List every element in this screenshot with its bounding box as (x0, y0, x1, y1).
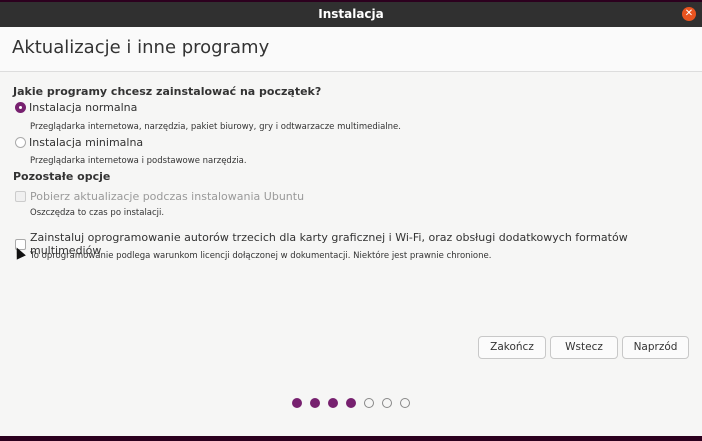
option-label: Instalacja normalna (29, 101, 138, 114)
radio-normal-installation[interactable]: Instalacja normalna (15, 101, 137, 114)
checkbox-icon[interactable] (15, 191, 26, 202)
forward-button[interactable]: Naprzód (622, 336, 689, 359)
window-title: Instalacja (318, 7, 384, 21)
radio-selected-icon[interactable] (15, 102, 26, 113)
progress-dot-done (310, 398, 320, 408)
checkbox-download-updates[interactable]: Pobierz aktualizacje podczas instalowani… (15, 190, 304, 203)
option-label: Instalacja minimalna (29, 136, 144, 149)
page-header: Aktualizacje i inne programy (0, 27, 702, 72)
progress-dot-pending (400, 398, 410, 408)
radio-minimal-installation[interactable]: Instalacja minimalna (15, 136, 143, 149)
radio-unselected-icon[interactable] (15, 137, 26, 148)
option-description: Przeglądarka internetowa i podstawowe na… (30, 156, 247, 166)
other-options-heading: Pozostałe opcje (13, 170, 111, 183)
checkbox-description: To oprogramowanie podlega warunkom licen… (30, 251, 492, 261)
installer-window: Aktualizacje i inne programy Jakie progr… (0, 27, 702, 436)
title-bar: Instalacja ✕ (0, 2, 702, 27)
quit-button[interactable]: Zakończ (478, 336, 546, 359)
progress-dot-done (292, 398, 302, 408)
progress-dot-pending (364, 398, 374, 408)
page-title: Aktualizacje i inne programy (12, 37, 270, 58)
progress-dot-done (328, 398, 338, 408)
progress-dot-pending (382, 398, 392, 408)
checkbox-label: Pobierz aktualizacje podczas instalowani… (30, 190, 305, 203)
option-description: Przeglądarka internetowa, narzędzia, pak… (30, 122, 401, 132)
back-button[interactable]: Wstecz (550, 336, 618, 359)
close-icon[interactable]: ✕ (682, 7, 696, 21)
checkbox-description: Oszczędza to czas po instalacji. (30, 208, 165, 218)
question-heading: Jakie programy chcesz zainstalować na po… (13, 85, 322, 98)
progress-dot-current (346, 398, 356, 408)
